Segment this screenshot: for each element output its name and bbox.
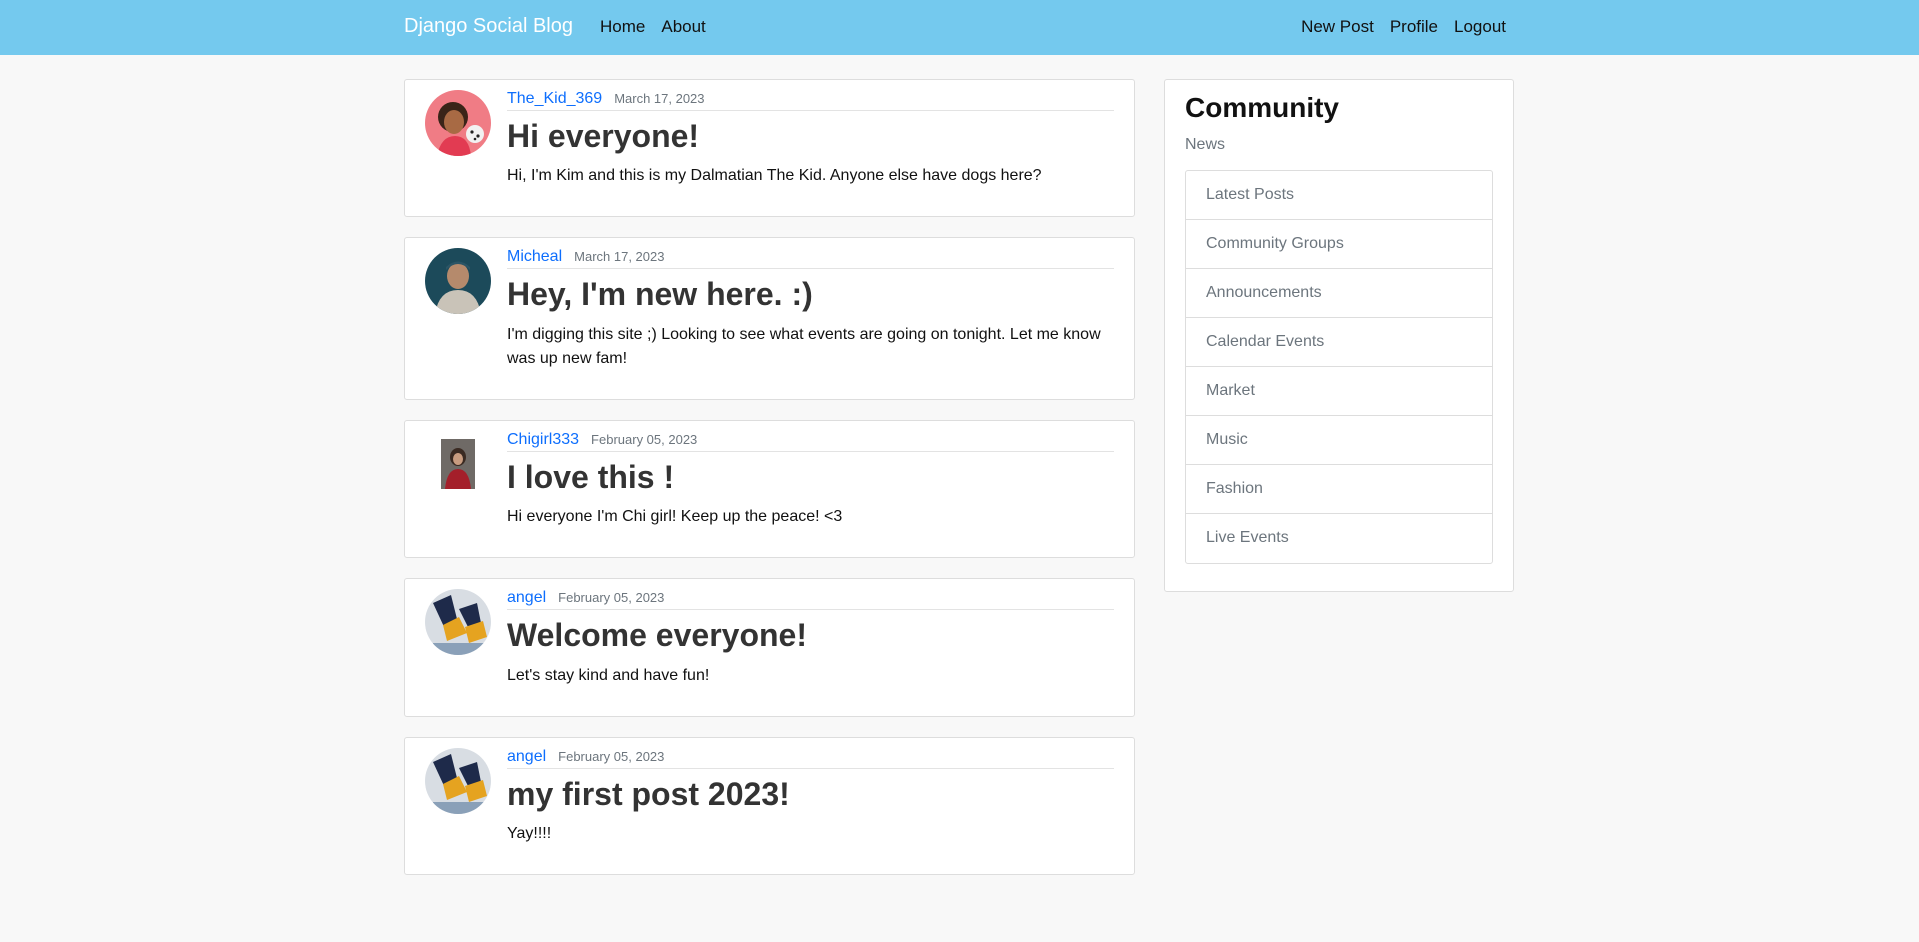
post-date: March 17, 2023 (574, 249, 665, 265)
post-meta: angel February 05, 2023 (507, 589, 1114, 611)
sidebar-item-calendar-events[interactable]: Calendar Events (1186, 318, 1492, 367)
post-date: February 05, 2023 (558, 590, 665, 606)
sidebar-title: Community (1185, 92, 1339, 123)
post-body: Let's stay kind and have fun! (507, 666, 710, 684)
author-avatar[interactable] (425, 248, 491, 315)
post-title-link[interactable]: I love this ! (507, 458, 1114, 496)
post-date: February 05, 2023 (558, 748, 665, 764)
post-card: angel February 05, 2023 my first post 20… (404, 736, 1135, 875)
sidebar-item-latest-posts[interactable]: Latest Posts (1186, 171, 1492, 220)
post-card: angel February 05, 2023 Welcome everyone… (404, 578, 1135, 717)
post-meta: angel February 05, 2023 (507, 748, 1114, 769)
sidebar-list: Latest Posts Community Groups Announceme… (1185, 170, 1493, 564)
top-navbar: Django Social Blog Home About New Post P… (0, 0, 1919, 55)
sidebar-subtitle: News (1185, 136, 1226, 153)
post-author-link[interactable]: angel (507, 748, 546, 766)
nav-right-group: New Post Profile Logout (1301, 17, 1506, 37)
post-title-link[interactable]: Hi everyone! (507, 117, 1114, 155)
post-body: I'm digging this site ;) Looking to see … (507, 325, 1101, 367)
community-sidebar: Community News Latest Posts Community Gr… (1164, 79, 1514, 592)
post-meta: The_Kid_369 March 17, 2023 (507, 90, 1114, 111)
sidebar-item-community-groups[interactable]: Community Groups (1186, 220, 1492, 269)
author-avatar[interactable] (425, 747, 491, 814)
post-author-link[interactable]: Chigirl333 (507, 431, 579, 449)
nav-new-post-link[interactable]: New Post (1301, 17, 1374, 37)
sidebar-item-market[interactable]: Market (1186, 367, 1492, 416)
post-title-link[interactable]: my first post 2023! (507, 775, 1114, 813)
post-meta: Micheal March 17, 2023 (507, 248, 1114, 270)
post-title-link[interactable]: Welcome everyone! (507, 616, 1114, 654)
post-body: Yay!!!! (507, 824, 552, 842)
sidebar-item-music[interactable]: Music (1186, 416, 1492, 465)
post-card: Micheal March 17, 2023 Hey, I'm new here… (404, 237, 1135, 400)
post-body: Hi, I'm Kim and this is my Dalmatian The… (507, 167, 1042, 185)
post-card: Chigirl333 February 05, 2023 I love this… (404, 419, 1135, 559)
post-title-link[interactable]: Hey, I'm new here. :) (507, 275, 1114, 313)
nav-profile-link[interactable]: Profile (1390, 17, 1438, 37)
post-meta: Chigirl333 February 05, 2023 (507, 431, 1114, 452)
post-author-link[interactable]: angel (507, 589, 546, 607)
post-author-link[interactable]: Micheal (507, 248, 562, 266)
post-author-link[interactable]: The_Kid_369 (507, 90, 602, 108)
nav-logout-link[interactable]: Logout (1454, 17, 1506, 37)
nav-home-link[interactable]: Home (600, 17, 645, 37)
sidebar-item-fashion[interactable]: Fashion (1186, 465, 1492, 514)
post-card: The_Kid_369 March 17, 2023 Hi everyone! … (404, 79, 1135, 218)
author-avatar[interactable] (425, 431, 491, 497)
brand-logo-link[interactable]: Django Social Blog (404, 15, 573, 38)
post-feed: The_Kid_369 March 17, 2023 Hi everyone! … (404, 79, 1135, 895)
nav-about-link[interactable]: About (661, 17, 705, 37)
author-avatar[interactable] (425, 90, 491, 156)
post-body: Hi everyone I'm Chi girl! Keep up the pe… (507, 508, 843, 526)
author-avatar[interactable] (425, 589, 491, 656)
sidebar-item-announcements[interactable]: Announcements (1186, 269, 1492, 318)
post-date: February 05, 2023 (591, 431, 698, 447)
sidebar-item-live-events[interactable]: Live Events (1186, 514, 1492, 563)
nav-left-group: Home About (600, 17, 706, 37)
post-date: March 17, 2023 (614, 91, 705, 106)
